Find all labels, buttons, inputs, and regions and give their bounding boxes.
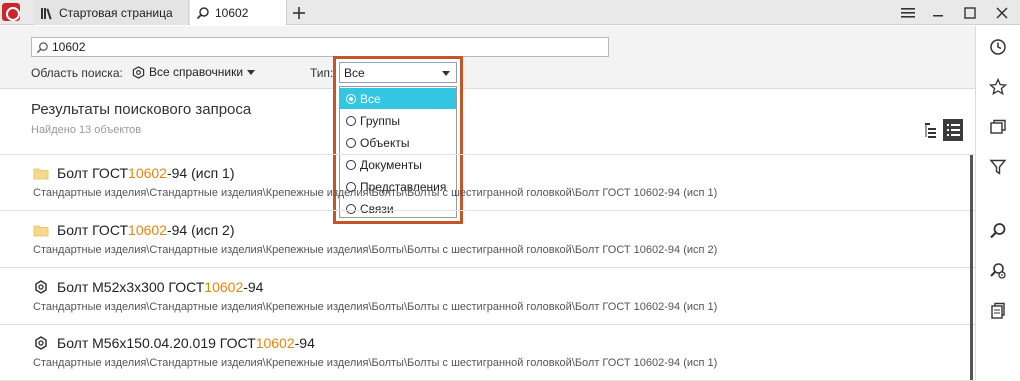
radio-icon xyxy=(346,115,356,126)
type-dropdown-value: Все xyxy=(344,65,365,80)
object-icon xyxy=(35,280,47,294)
results-count: Найдено 13 объектов xyxy=(31,124,142,136)
results-title: Результаты поискового запроса xyxy=(31,101,252,118)
add-tab-button[interactable] xyxy=(288,0,310,25)
search-icon xyxy=(36,41,48,53)
result-title-match: 10602 xyxy=(128,165,167,181)
result-title-prefix: Болт М56x150.04.20.019 ГОСТ xyxy=(57,335,256,351)
search-icon xyxy=(196,6,210,20)
result-path: Стандартные изделия\Стандартные изделия\… xyxy=(33,301,718,313)
search-scope-dropdown[interactable]: Все справочники xyxy=(132,65,256,79)
filter-icon xyxy=(989,159,1007,175)
list-view-icon xyxy=(947,124,960,136)
option-label: Группы xyxy=(360,113,400,128)
search-scope-label: Область поиска: xyxy=(31,66,123,80)
tab-label: Стартовая страница xyxy=(59,5,173,20)
catalog-icon xyxy=(132,65,145,79)
maximize-icon xyxy=(964,6,976,19)
minimize-icon xyxy=(933,14,943,16)
tree-view-button[interactable] xyxy=(924,121,940,139)
documents-icon xyxy=(991,302,1005,319)
search-scope-value: Все справочники xyxy=(149,65,244,79)
close-button[interactable] xyxy=(988,0,1016,25)
favorites-star-icon xyxy=(989,78,1007,96)
result-title-suffix: -94 (исп 1) xyxy=(166,165,235,181)
search-button[interactable] xyxy=(988,221,1008,241)
type-label: Тип: xyxy=(310,66,334,80)
list-view-button[interactable] xyxy=(943,119,963,141)
collections-button[interactable] xyxy=(988,117,1008,137)
folder-icon xyxy=(33,225,49,237)
type-dropdown[interactable]: Все xyxy=(339,62,457,83)
app-logo-icon[interactable] xyxy=(2,3,20,21)
maximize-button[interactable] xyxy=(956,0,984,25)
result-title-prefix: Болт ГОСТ xyxy=(57,165,129,181)
close-icon xyxy=(996,6,1008,19)
result-title-prefix: Болт М52x3x300 ГОСТ xyxy=(57,279,205,295)
radio-icon xyxy=(346,137,356,148)
results-scrollbar[interactable] xyxy=(970,155,973,380)
chevron-down-icon xyxy=(247,69,256,75)
right-sidebar xyxy=(975,26,1020,380)
result-title-prefix: Болт ГОСТ xyxy=(57,222,129,238)
menu-button[interactable] xyxy=(894,0,922,25)
result-title-match: 10602 xyxy=(255,335,295,351)
result-title-match: 10602 xyxy=(204,279,244,295)
chevron-down-icon xyxy=(442,71,450,76)
favorites-button[interactable] xyxy=(988,77,1008,97)
result-path: Стандартные изделия\Стандартные изделия\… xyxy=(33,187,718,199)
type-option-all[interactable]: Все xyxy=(340,88,456,109)
result-row[interactable]: Болт ГОСТ 10602 -94 (исп 1) Стандартные и… xyxy=(0,155,975,211)
history-icon xyxy=(990,39,1006,55)
result-title-suffix: -94 xyxy=(294,335,315,351)
result-row[interactable]: Болт М56x150.04.20.019 ГОСТ 10602 -94 Ста… xyxy=(0,325,975,381)
search-input-value: 10602 xyxy=(52,40,86,54)
library-icon xyxy=(40,6,54,20)
result-title-suffix: -94 xyxy=(243,279,264,295)
search-icon xyxy=(990,223,1006,239)
collections-icon xyxy=(990,119,1006,134)
tab-search-10602[interactable]: 10602 xyxy=(190,0,287,25)
object-icon xyxy=(35,336,47,350)
minimize-button[interactable] xyxy=(924,0,952,25)
history-button[interactable] xyxy=(988,37,1008,57)
tree-view-icon xyxy=(925,123,936,138)
hamburger-icon xyxy=(901,7,915,18)
tab-label: 10602 xyxy=(215,5,249,20)
folder-icon xyxy=(33,168,49,180)
type-option-groups[interactable]: Группы xyxy=(340,110,456,131)
search-panel: 10602 Область поиска: Все справочники Ти… xyxy=(0,26,975,89)
advanced-search-icon xyxy=(990,263,1006,279)
option-label: Объекты xyxy=(360,135,410,150)
result-path: Стандартные изделия\Стандартные изделия\… xyxy=(33,244,718,256)
radio-icon xyxy=(346,93,356,104)
filter-button[interactable] xyxy=(988,157,1008,177)
tab-start-page[interactable]: Стартовая страница xyxy=(34,0,189,25)
result-row[interactable]: Болт ГОСТ 10602 -94 (исп 2) Стандартные и… xyxy=(0,212,975,268)
type-option-objects[interactable]: Объекты xyxy=(340,132,456,153)
result-path: Стандартные изделия\Стандартные изделия\… xyxy=(33,357,718,369)
plus-icon xyxy=(293,6,305,19)
result-title-match: 10602 xyxy=(128,222,167,238)
result-title-suffix: -94 (исп 2) xyxy=(166,222,235,238)
result-row[interactable]: Болт М52x3x300 ГОСТ 10602 -94 Стандартные… xyxy=(0,269,975,325)
documents-button[interactable] xyxy=(988,301,1008,321)
title-bar: Стартовая страница 10602 xyxy=(0,0,1020,25)
search-input[interactable]: 10602 xyxy=(31,37,609,57)
advanced-search-button[interactable] xyxy=(988,261,1008,281)
option-label: Все xyxy=(360,91,381,106)
